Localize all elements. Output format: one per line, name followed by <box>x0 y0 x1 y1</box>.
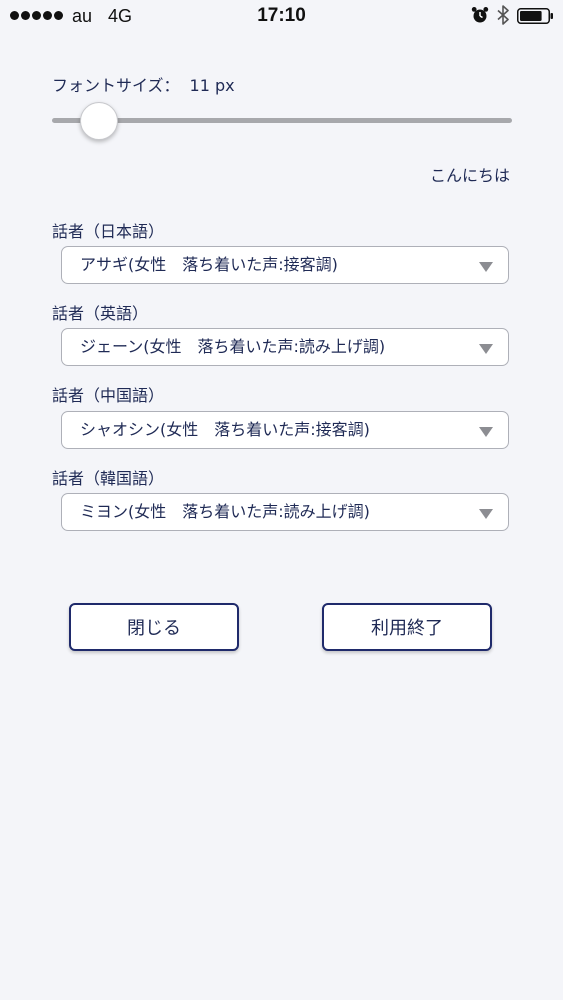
chevron-down-icon <box>479 262 493 272</box>
speaker-select-value: シャオシン(女性 落ち着いた声:接客調) <box>80 420 370 439</box>
speaker-select-japanese[interactable]: アサギ(女性 落ち着いた声:接客調) <box>61 246 509 284</box>
status-bar: au 4G 17:10 <box>0 0 563 32</box>
font-preview-text: こんにちは <box>429 166 510 185</box>
speaker-select-value: ミヨン(女性 落ち着いた声:読み上げ調) <box>80 502 370 521</box>
close-button[interactable]: 閉じる <box>69 603 239 651</box>
speaker-label-chinese: 話者（中国語） <box>52 386 165 405</box>
chevron-down-icon <box>479 509 493 519</box>
speaker-label-english: 話者（英語） <box>52 304 149 323</box>
chevron-down-icon <box>479 344 493 354</box>
battery-icon <box>517 8 553 24</box>
speaker-select-korean[interactable]: ミヨン(女性 落ち着いた声:読み上げ調) <box>61 493 509 531</box>
speaker-select-value: ジェーン(女性 落ち着いた声:読み上げ調) <box>80 337 386 356</box>
font-size-label: フォントサイズ： 11 px <box>52 72 235 96</box>
alarm-icon <box>471 7 489 23</box>
speaker-select-english[interactable]: ジェーン(女性 落ち着いた声:読み上げ調) <box>61 328 509 366</box>
speaker-select-value: アサギ(女性 落ち着いた声:接客調) <box>80 255 338 274</box>
font-size-title: フォントサイズ： <box>52 76 180 95</box>
speaker-label-korean: 話者（韓国語） <box>52 469 165 488</box>
chevron-down-icon <box>479 427 493 437</box>
font-size-value: 11 px <box>189 76 235 95</box>
speaker-select-chinese[interactable]: シャオシン(女性 落ち着いた声:接客調) <box>61 411 509 449</box>
speaker-label-japanese: 話者（日本語） <box>52 222 165 241</box>
slider-thumb[interactable] <box>80 102 118 140</box>
end-use-button[interactable]: 利用終了 <box>322 603 492 651</box>
slider-track[interactable] <box>52 118 512 123</box>
bluetooth-icon <box>497 5 509 25</box>
font-size-slider[interactable] <box>52 100 512 142</box>
